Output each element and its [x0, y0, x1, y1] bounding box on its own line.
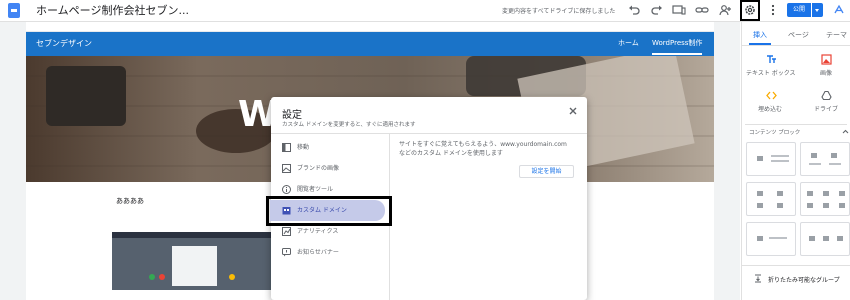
panel-divider: [741, 265, 850, 266]
layout-image-placeholder: [807, 203, 813, 208]
insert-embed-button[interactable]: 埋め込む: [752, 88, 792, 116]
link-icon[interactable]: [695, 3, 709, 17]
layout-image-placeholder: [757, 191, 763, 196]
menu-item-viewer-tools[interactable]: 閲覧者ツール: [282, 182, 386, 196]
layout-text-placeholder: [829, 163, 841, 165]
layout-image-placeholder: [823, 236, 829, 241]
start-setup-button[interactable]: 設定を開始: [519, 165, 574, 178]
custom-domain-description: サイトをすぐに覚えてもらえるよう、www.yourdomain.com などのカ…: [399, 140, 579, 158]
menu-item-brand-images[interactable]: ブランドの画像: [282, 161, 386, 175]
content-block-layout[interactable]: [746, 222, 796, 256]
close-icon[interactable]: [567, 105, 579, 117]
layout-image-placeholder: [839, 191, 845, 196]
layout-image-placeholder: [757, 203, 763, 208]
ruler: [26, 22, 714, 32]
dialog-divider: [271, 133, 587, 134]
save-status-text: 変更内容をすべてドライブに保存しました: [502, 8, 616, 15]
tab-themes[interactable]: テーマ: [826, 30, 847, 40]
content-block-layout[interactable]: [800, 222, 850, 256]
layout-text-placeholder: [809, 163, 821, 165]
insert-item-label: テキスト ボックス: [746, 70, 796, 77]
menu-item-announcement-banner[interactable]: お知らせバナー: [282, 245, 386, 259]
dialog-title: 設定: [282, 110, 302, 121]
panel-section-divider: [745, 124, 847, 125]
undo-icon[interactable]: [627, 3, 641, 17]
tab-pages[interactable]: ページ: [788, 30, 809, 40]
google-sites-logo-icon[interactable]: [8, 3, 20, 18]
insert-drive-button[interactable]: ドライブ: [808, 88, 846, 116]
layout-image-placeholder: [839, 203, 845, 208]
content-block-layout[interactable]: [800, 142, 850, 176]
layout-image-placeholder: [757, 156, 763, 161]
custom-domain-highlight-frame: [266, 196, 392, 226]
insert-item-label: 画像: [820, 70, 833, 77]
layout-image-placeholder: [777, 203, 783, 208]
content-block-layout[interactable]: [746, 142, 796, 176]
nav-active-underline: [652, 53, 702, 55]
layout-image-placeholder: [823, 203, 829, 208]
site-header-bar: [26, 32, 714, 56]
layout-image-placeholder: [837, 236, 843, 241]
section-text[interactable]: ああああ: [116, 196, 144, 206]
text-box-icon: [766, 54, 777, 65]
embedded-screenshot-image[interactable]: [112, 232, 272, 290]
publish-dropdown-icon[interactable]: [812, 3, 823, 17]
menu-item-navigation[interactable]: 移動: [282, 140, 386, 154]
layout-text-placeholder: [769, 237, 787, 239]
more-icon[interactable]: [766, 3, 780, 17]
collapsible-group-icon: [754, 274, 762, 283]
layout-image-placeholder: [809, 236, 815, 241]
menu-item-label: 閲覧者ツール: [297, 186, 334, 193]
layout-image-placeholder: [823, 191, 829, 196]
share-icon[interactable]: [718, 3, 732, 17]
layout-text-placeholder: [771, 160, 789, 162]
redo-icon[interactable]: [650, 3, 664, 17]
content-block-layout[interactable]: [800, 182, 850, 216]
insert-image-button[interactable]: 画像: [808, 52, 846, 82]
content-blocks-heading: コンテンツ ブロック: [749, 130, 801, 136]
menu-item-analytics[interactable]: アナリティクス: [282, 224, 386, 238]
chevron-up-icon[interactable]: [842, 129, 849, 134]
insert-item-label: 埋め込む: [758, 106, 783, 113]
content-block-layout[interactable]: [746, 182, 796, 216]
analytics-icon: [282, 227, 291, 236]
layout-image-placeholder: [831, 153, 837, 158]
layout-text-placeholder: [771, 155, 789, 157]
tab-insert[interactable]: 挿入: [753, 30, 767, 40]
insert-item-label: ドライブ: [814, 106, 839, 113]
settings-highlight-frame: [740, 0, 760, 21]
menu-item-label: アナリティクス: [297, 228, 339, 235]
description-line-2: などのカスタム ドメインを使用します: [399, 150, 503, 157]
navigation-icon: [282, 143, 291, 152]
layout-image-placeholder: [777, 191, 783, 196]
site-title[interactable]: ホームページ制作会社セブン...: [36, 2, 189, 18]
dialog-subtitle: カスタム ドメインを変更すると、すぐに適用されます: [282, 122, 416, 128]
menu-item-label: 移動: [297, 144, 310, 151]
image-icon: [821, 54, 832, 65]
site-name[interactable]: セブンデザイン: [36, 38, 92, 49]
layout-image-placeholder: [807, 191, 813, 196]
drive-icon: [821, 90, 832, 101]
description-line-1: サイトをすぐに覚えてもらえるよう、www.yourdomain.com: [399, 141, 567, 148]
menu-item-label: ブランドの画像: [297, 165, 340, 172]
announcement-banner-icon: [282, 248, 291, 257]
publish-button[interactable]: 公開: [787, 3, 811, 17]
insert-text-box-button[interactable]: テキスト ボックス: [744, 52, 800, 82]
collapsible-group-item[interactable]: 折りたたみ可能なグループ: [768, 275, 840, 284]
panel-divider: [741, 45, 850, 46]
viewer-tools-icon: [282, 185, 291, 194]
nav-item-home[interactable]: ホーム: [618, 38, 639, 48]
preview-icon[interactable]: [672, 3, 686, 17]
menu-item-label: お知らせバナー: [297, 249, 339, 256]
layout-image-placeholder: [757, 236, 763, 241]
brand-images-icon: [282, 164, 291, 173]
assistant-icon[interactable]: [832, 3, 846, 17]
layout-image-placeholder: [811, 153, 817, 158]
nav-item-wordpress[interactable]: WordPress制作: [652, 38, 702, 48]
embed-icon: [766, 90, 777, 101]
